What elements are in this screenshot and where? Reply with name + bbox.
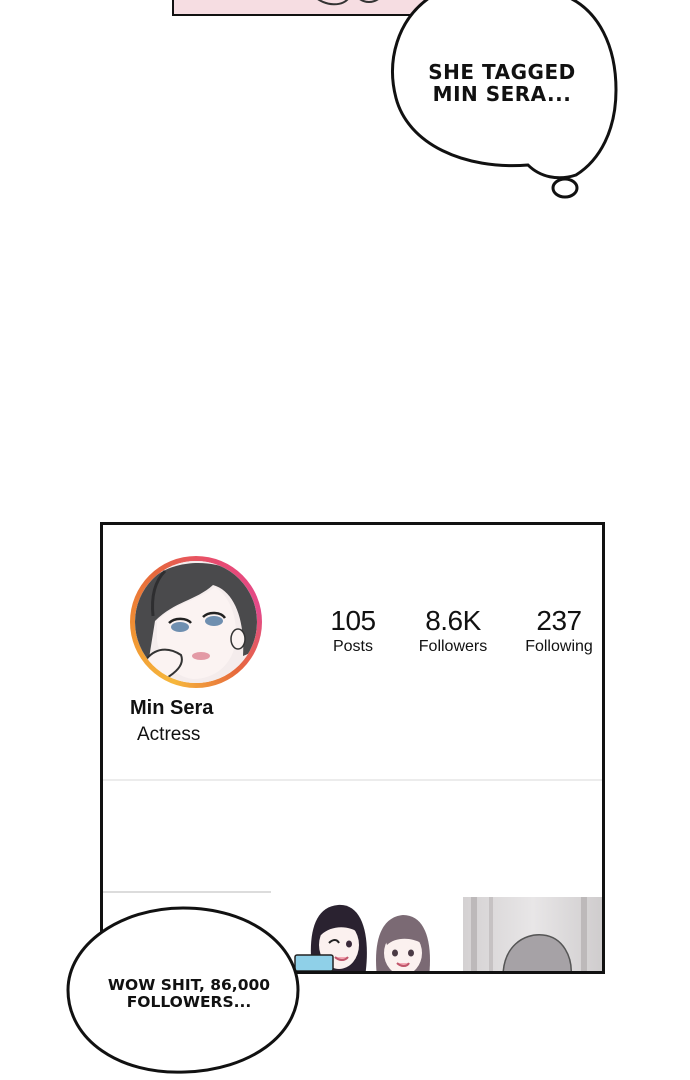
post-image: [293, 897, 463, 971]
avatar-story-ring[interactable]: [130, 556, 262, 688]
followers-count: 8.6K: [425, 605, 481, 636]
grid-top-line: [103, 891, 271, 893]
profile-bio: Actress: [137, 724, 201, 745]
followers-label: Followers: [418, 638, 488, 655]
following-count: 237: [536, 605, 582, 636]
stat-following[interactable]: 237 Following: [517, 605, 601, 657]
following-label: Following: [525, 638, 593, 655]
posts-label: Posts: [332, 638, 373, 655]
bubble-line: MIN SERA...: [432, 82, 572, 107]
speech-bubble-text: WOW SHIT, 86,000 FOLLOWERS...: [80, 976, 298, 1012]
avatar: [135, 561, 257, 683]
stat-posts[interactable]: 105 Posts: [321, 605, 385, 657]
post-thumbnail-friends[interactable]: [293, 897, 463, 971]
bubble-line: SHE TAGGED: [428, 60, 576, 84]
profile-avatar-illustration: [135, 561, 257, 683]
bubble-line: WOW SHIT, 86,000: [107, 976, 271, 994]
post-image: [463, 897, 602, 971]
profile-divider: [103, 779, 602, 781]
bubble-line: FOLLOWERS...: [126, 993, 252, 1012]
posts-count: 105: [330, 605, 376, 636]
profile-name: Min Sera: [130, 697, 214, 719]
post-thumbnail-gray[interactable]: [463, 897, 602, 971]
stat-followers[interactable]: 8.6K Followers: [408, 605, 498, 657]
thought-bubble-text: SHE TAGGED MIN SERA...: [402, 61, 602, 106]
